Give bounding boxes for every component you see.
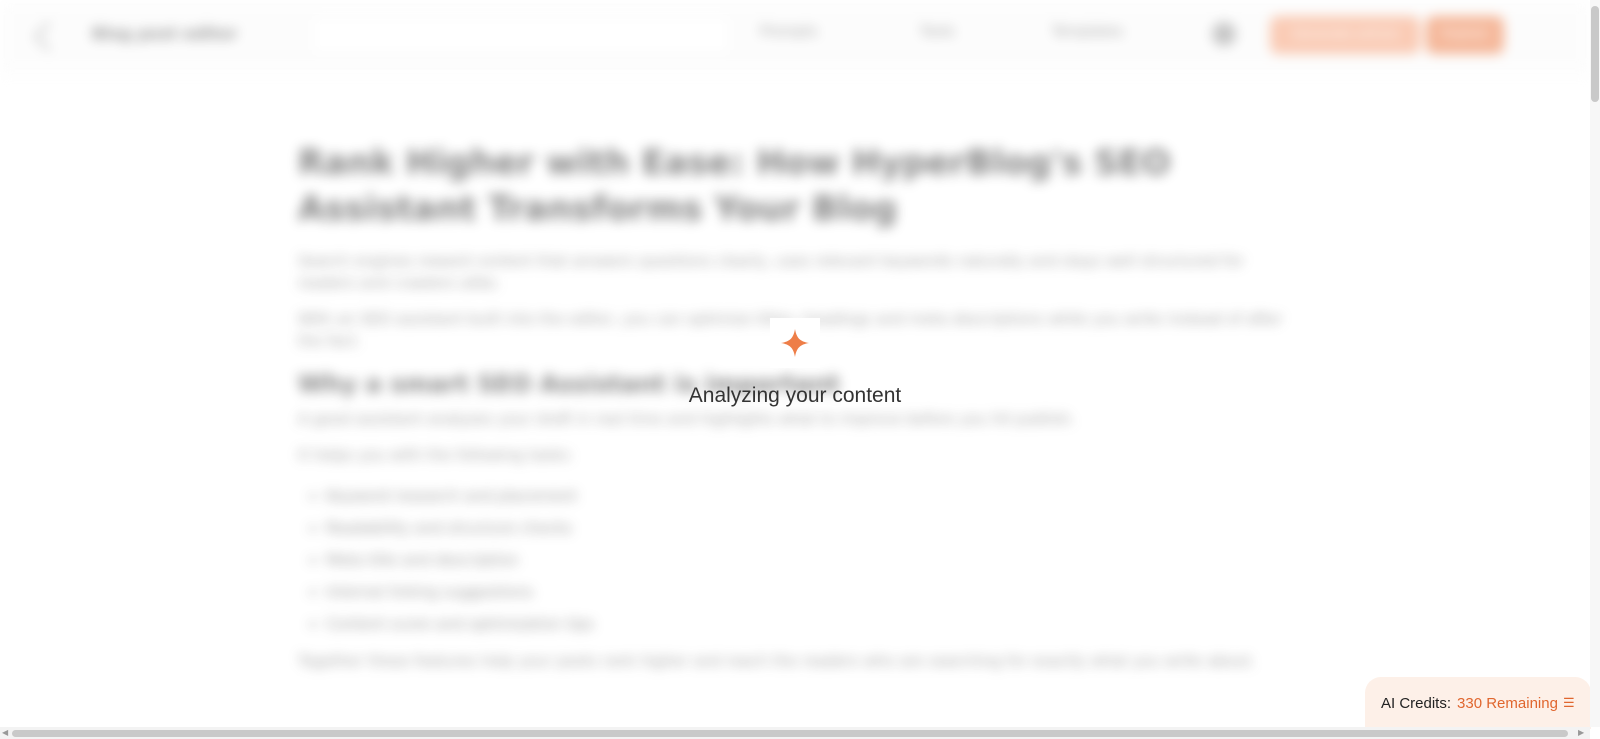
article-content: Rank Higher with Ease: How HyperBlog's S…: [298, 140, 1293, 686]
vertical-scrollbar[interactable]: [1590, 0, 1600, 727]
list-intro: It helps you with the following tasks:: [298, 446, 574, 464]
horizontal-scrollbar[interactable]: ◀ ▶: [0, 727, 1590, 739]
article-title: Rank Higher with Ease: How HyperBlog's S…: [298, 143, 1171, 229]
back-arrow-icon[interactable]: [33, 21, 64, 52]
generate-article-button[interactable]: Generate article: [1270, 16, 1420, 54]
scroll-right-icon[interactable]: ▶: [1578, 728, 1584, 737]
sparkle-icon: [770, 318, 820, 368]
coins-icon: ☰: [1562, 695, 1575, 710]
vertical-scroll-thumb[interactable]: [1591, 6, 1599, 102]
ai-credits-remaining: 330 Remaining: [1457, 694, 1558, 712]
top-bar: Blog post editor Prompts Tools Templates…: [0, 0, 1590, 73]
section-body: A good assistant analyzes your draft in …: [298, 410, 1076, 428]
list-item: Keyword research and placement: [326, 480, 1293, 512]
menu-item-templates[interactable]: Templates: [1052, 24, 1123, 40]
list-item: Content score and optimization tips: [326, 608, 1293, 640]
avatar[interactable]: [1212, 22, 1236, 46]
ai-credits-panel[interactable]: AI Credits: 330 Remaining ☰: [1365, 677, 1591, 729]
feature-list: Keyword research and placement Readabili…: [298, 480, 1293, 640]
scroll-left-icon[interactable]: ◀: [2, 728, 8, 737]
publish-button[interactable]: Publish: [1426, 16, 1504, 54]
search-input[interactable]: [310, 14, 732, 56]
article-intro: Search engines reward content that answe…: [298, 252, 1244, 292]
ai-credits-label: AI Credits:: [1381, 694, 1452, 712]
app-title: Blog post editor: [92, 24, 238, 43]
list-item: Internal linking suggestions: [326, 576, 1293, 608]
article-closing: Together these features help your posts …: [298, 652, 1256, 670]
loading-status-text: Analyzing your content: [688, 384, 902, 407]
list-item: Readability and structure checks: [326, 512, 1293, 544]
menu-item-tools[interactable]: Tools: [920, 24, 955, 40]
list-item: Meta title and description: [326, 544, 1293, 576]
horizontal-scroll-thumb[interactable]: [12, 730, 1568, 737]
menu-item-prompts[interactable]: Prompts: [760, 24, 818, 40]
